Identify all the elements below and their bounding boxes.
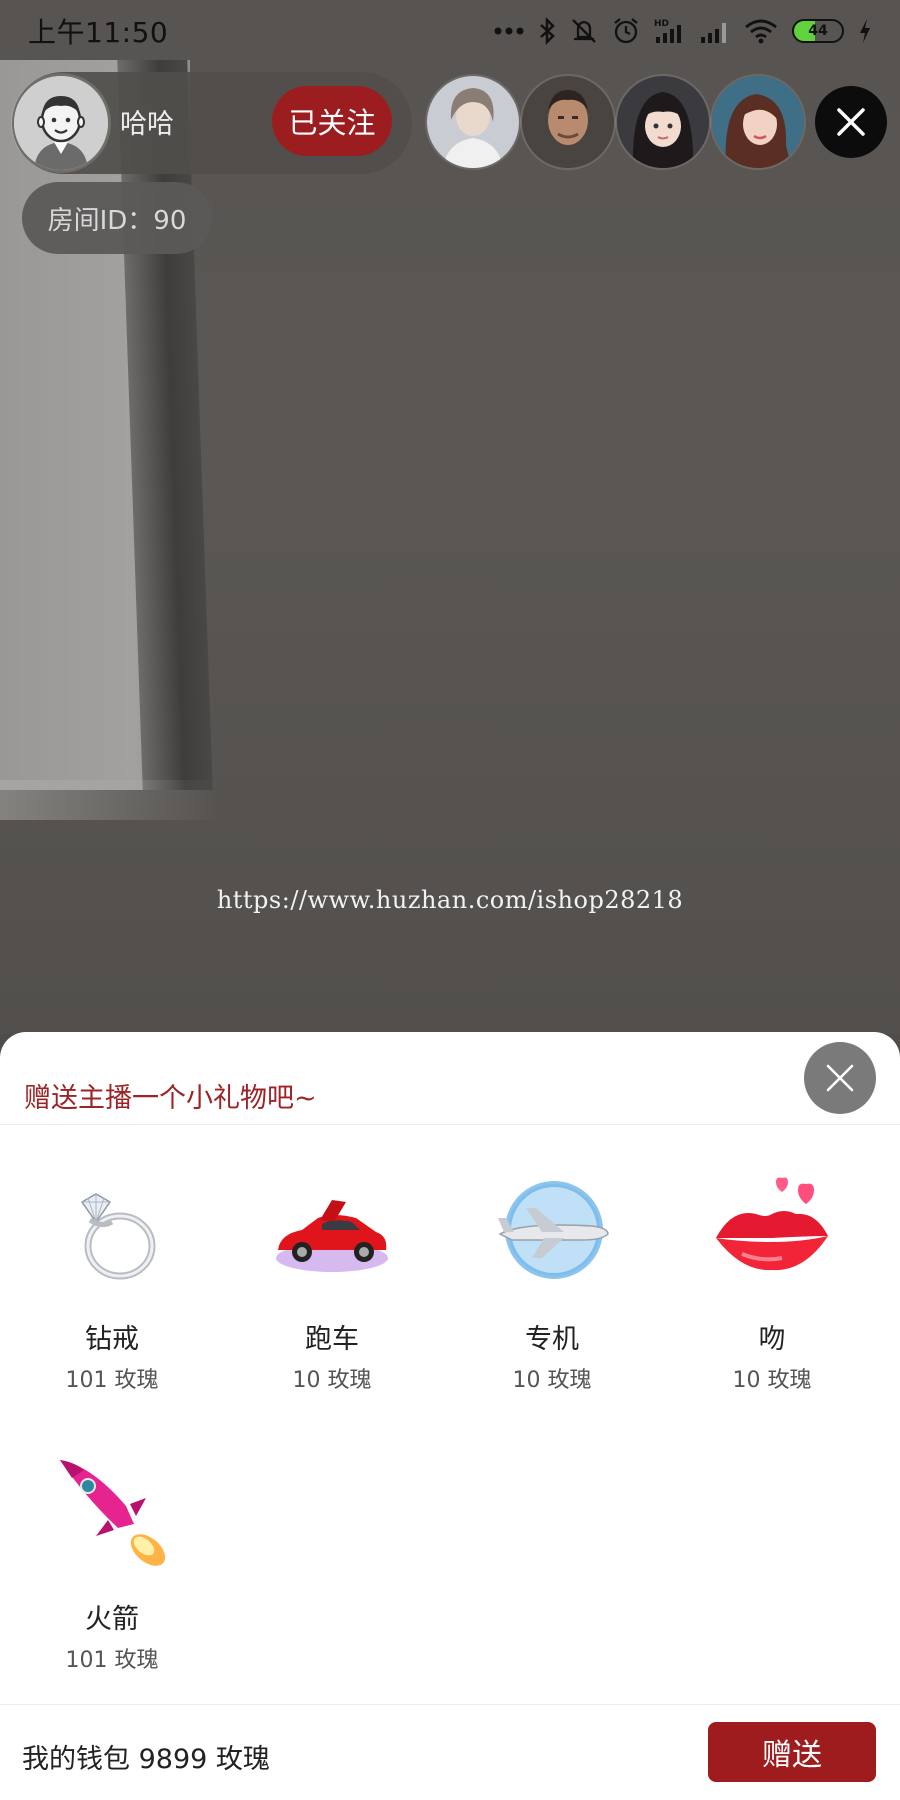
gift-price: 10 玫瑰 — [512, 1368, 592, 1393]
rocket-icon — [60, 1460, 166, 1566]
gift-panel-divider — [0, 1124, 900, 1125]
viewer-photo-icon — [522, 76, 614, 168]
viewer-avatar-3[interactable] — [617, 76, 709, 168]
charging-icon — [860, 19, 870, 43]
svg-text:HD: HD — [654, 19, 669, 29]
gift-item-kiss[interactable]: 吻 10 玫瑰 — [662, 1172, 882, 1422]
gift-price: 101 玫瑰 — [65, 1648, 159, 1673]
status-time: 上午11:50 — [28, 16, 169, 49]
close-live-button[interactable] — [815, 86, 887, 158]
watermark-text: https://www.huzhan.com/ishop28218 — [216, 886, 684, 914]
host-name: 哈哈 — [120, 109, 174, 140]
gift-panel-close-button[interactable] — [804, 1042, 876, 1114]
sports-car-icon — [276, 1200, 388, 1272]
follow-button[interactable]: 已关注 — [272, 86, 392, 156]
cartoon-boy-avatar-icon — [14, 76, 108, 170]
close-icon — [837, 108, 865, 136]
gift-price: 10 玫瑰 — [732, 1368, 812, 1393]
viewer-avatar-4[interactable] — [712, 76, 804, 168]
viewer-photo-icon — [712, 76, 804, 168]
diamond-ring-icon — [80, 1193, 156, 1280]
gift-price: 101 玫瑰 — [65, 1368, 159, 1393]
viewer-avatar-2[interactable] — [522, 76, 614, 168]
gift-name: 火箭 — [85, 1604, 139, 1635]
status-bar: 上午11:50 HD 44 — [0, 0, 900, 62]
gift-name: 钻戒 — [85, 1324, 139, 1355]
gift-name: 跑车 — [305, 1324, 359, 1355]
status-icons: HD 44 — [494, 17, 872, 45]
viewer-photo-icon — [617, 76, 709, 168]
signal-icon — [701, 23, 726, 43]
more-dots-icon — [494, 27, 524, 35]
mute-icon — [572, 19, 596, 43]
gift-name: 吻 — [758, 1324, 786, 1355]
live-room-screen: 上午11:50 HD 44 哈哈 已关注 房间ID：90 https://www… — [0, 0, 900, 1800]
camera-feed-shadow — [0, 780, 220, 820]
room-id-badge: 房间ID：90 — [22, 182, 212, 254]
gift-price: 10 玫瑰 — [292, 1368, 372, 1393]
wallet-balance: 我的钱包 9899 玫瑰 — [22, 1744, 270, 1775]
gift-item-rocket[interactable]: 火箭 101 玫瑰 — [2, 1452, 222, 1702]
viewer-avatar-1[interactable] — [427, 76, 519, 168]
kiss-lips-icon — [716, 1177, 828, 1271]
wallet-divider — [0, 1704, 900, 1705]
hd-signal-icon: HD — [654, 19, 681, 43]
battery-icon: 44 — [792, 19, 844, 43]
gift-panel-title: 赠送主播一个小礼物吧~ — [24, 1083, 317, 1114]
battery-level: 44 — [808, 23, 828, 39]
gift-name: 专机 — [525, 1324, 579, 1355]
gift-panel: 赠送主播一个小礼物吧~ 钻戒 101 玫瑰 跑车 10 玫瑰 专机 10 玫瑰 … — [0, 1032, 900, 1800]
wifi-icon — [745, 19, 777, 44]
alarm-icon — [614, 18, 638, 44]
gift-item-diamond-ring[interactable]: 钻戒 101 玫瑰 — [2, 1172, 222, 1422]
airplane-icon — [498, 1181, 609, 1279]
send-gift-button[interactable]: 赠送 — [708, 1722, 876, 1782]
viewer-photo-icon — [427, 76, 519, 168]
gift-item-sports-car[interactable]: 跑车 10 玫瑰 — [222, 1172, 442, 1422]
gift-item-airplane[interactable]: 专机 10 玫瑰 — [442, 1172, 662, 1422]
bluetooth-icon — [540, 17, 555, 45]
host-avatar[interactable] — [14, 76, 108, 170]
close-icon — [826, 1064, 854, 1092]
